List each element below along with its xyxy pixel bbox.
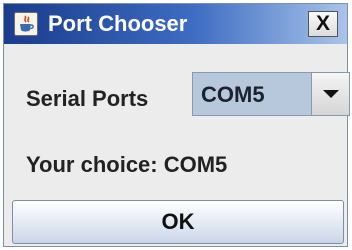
your-choice-text: Your choice: COM5 — [26, 152, 228, 177]
port-chooser-window: Port Chooser X Serial Ports COM5 Your ch… — [3, 3, 350, 247]
serial-ports-label: Serial Ports — [26, 86, 149, 111]
java-cup-icon — [14, 12, 38, 36]
dropdown-arrow-button[interactable] — [311, 73, 349, 115]
close-button[interactable]: X — [308, 11, 338, 37]
serial-port-selected-value: COM5 — [201, 82, 265, 107]
ok-button[interactable]: OK — [12, 200, 344, 244]
window-title: Port Chooser — [48, 11, 188, 36]
triangle-down-icon — [323, 90, 339, 98]
serial-port-dropdown[interactable]: COM5 — [192, 72, 350, 116]
title-bar[interactable]: Port Chooser X — [4, 4, 347, 44]
